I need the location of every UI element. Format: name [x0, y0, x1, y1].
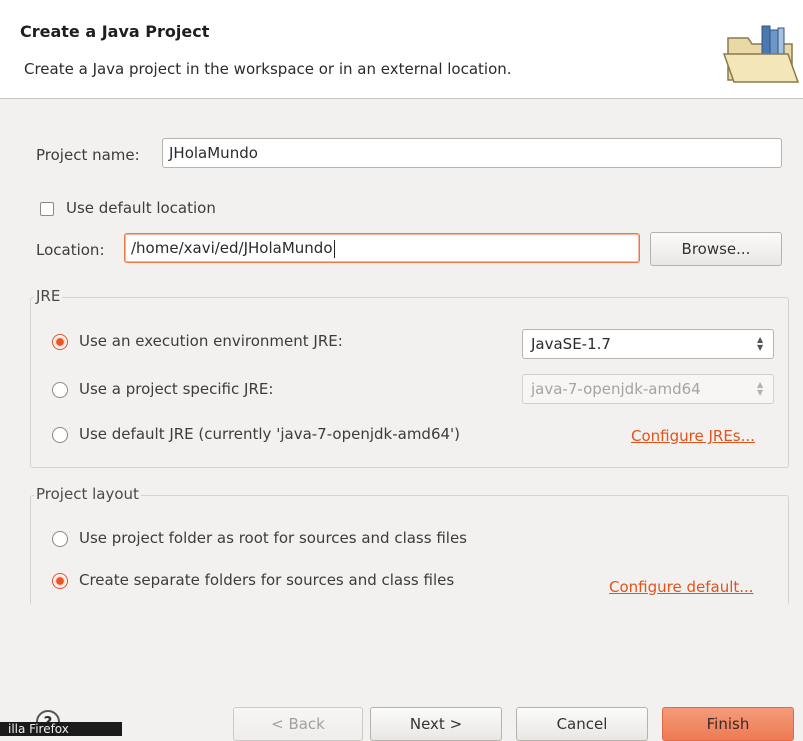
browse-button[interactable]: Browse... [650, 232, 782, 266]
default-jre-radio[interactable] [52, 427, 68, 443]
java-project-folder-icon [722, 25, 800, 83]
execution-env-jre-label: Use an execution environment JRE: [79, 332, 343, 350]
execution-env-value: JavaSE-1.7 [531, 335, 611, 353]
page-title: Create a Java Project [20, 22, 210, 41]
project-specific-jre-select: java-7-openjdk-amd64 ▲ ▼ [522, 374, 774, 404]
taskbar-label: illa Firefox [0, 722, 122, 736]
use-default-location-label: Use default location [66, 199, 216, 217]
configure-jres-link[interactable]: Configure JREs... [631, 427, 755, 445]
wizard-header: Create a Java Project Create a Java proj… [0, 0, 803, 99]
text-caret [333, 239, 335, 258]
project-layout-group-title: Project layout [34, 485, 141, 503]
location-value: /home/xavi/ed/JHolaMundo [131, 239, 333, 257]
page-description: Create a Java project in the workspace o… [24, 60, 512, 78]
default-jre-label: Use default JRE (currently 'java-7-openj… [79, 425, 461, 443]
execution-env-select[interactable]: JavaSE-1.7 ▲ ▼ [522, 329, 774, 359]
project-specific-jre-label: Use a project specific JRE: [79, 380, 274, 398]
project-name-label: Project name: [36, 146, 140, 164]
separate-folders-radio[interactable] [52, 573, 68, 589]
select-spinner-icon: ▲ ▼ [757, 380, 764, 397]
project-folder-root-radio[interactable] [52, 531, 68, 547]
jre-group-title: JRE [34, 287, 63, 305]
location-label: Location: [36, 241, 105, 259]
use-default-location-checkbox[interactable] [40, 202, 54, 216]
project-specific-jre-radio[interactable] [52, 382, 68, 398]
configure-default-link[interactable]: Configure default... [609, 578, 754, 596]
separate-folders-label: Create separate folders for sources and … [79, 571, 455, 589]
location-input[interactable]: /home/xavi/ed/JHolaMundo [124, 233, 640, 263]
select-spinner-icon: ▲ ▼ [757, 335, 764, 352]
project-jre-value: java-7-openjdk-amd64 [531, 380, 701, 398]
project-folder-root-label: Use project folder as root for sources a… [79, 529, 467, 547]
project-name-input[interactable]: JHolaMundo [162, 138, 782, 168]
execution-env-jre-radio[interactable] [52, 334, 68, 350]
